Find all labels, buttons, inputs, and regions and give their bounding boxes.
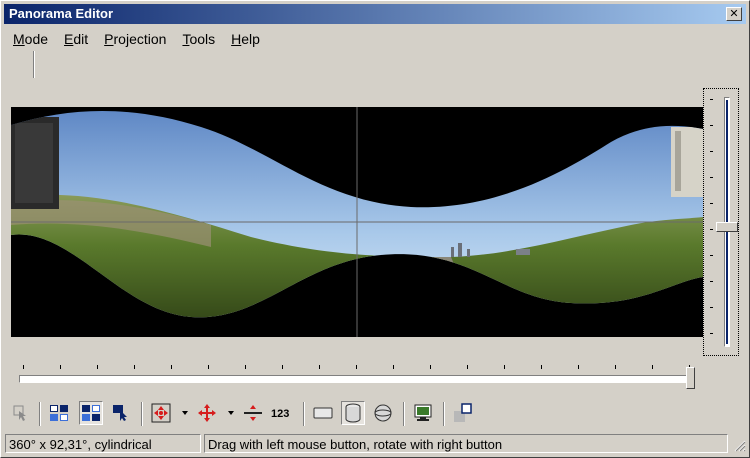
toolbar-grip[interactable] bbox=[33, 51, 35, 78]
horizontal-slider-thumb[interactable] bbox=[686, 367, 695, 389]
crop-icon[interactable] bbox=[451, 401, 475, 425]
centre-icon[interactable] bbox=[149, 401, 173, 425]
panorama-preview[interactable] bbox=[11, 107, 703, 337]
horizontal-slider-tick bbox=[615, 365, 616, 369]
horizontal-slider-tick bbox=[319, 365, 320, 369]
horizontal-slider-tick bbox=[208, 365, 209, 369]
menu-tools[interactable]: Tools bbox=[174, 28, 223, 50]
move-drag-icon[interactable] bbox=[195, 401, 219, 425]
number-icon[interactable]: 123 bbox=[271, 408, 289, 420]
horizontal-slider-tick bbox=[23, 365, 24, 369]
toolbar-separator bbox=[39, 402, 41, 426]
menu-edit-label: dit bbox=[73, 31, 89, 47]
bottom-toolbar: 123 bbox=[5, 399, 747, 429]
menu-edit-mnemonic: E bbox=[64, 31, 74, 47]
status-field-of-view: 360° x 92,31°, cylindrical bbox=[5, 434, 201, 453]
menu-mode-mnemonic: M bbox=[13, 31, 25, 47]
menu-projection-mnemonic: P bbox=[104, 31, 114, 47]
identify-images-icon[interactable] bbox=[47, 401, 71, 425]
status-bar: 360° x 92,31°, cylindrical Drag with lef… bbox=[4, 433, 746, 455]
horizontal-slider-tick bbox=[541, 365, 542, 369]
close-button[interactable]: ✕ bbox=[726, 7, 742, 21]
menu-help-mnemonic: H bbox=[231, 31, 242, 47]
panorama-editor-window: Panorama Editor ✕ Mode Edit Projection T… bbox=[0, 0, 750, 458]
resize-grip-icon[interactable] bbox=[732, 438, 746, 452]
horizontal-fov-slider[interactable] bbox=[19, 375, 695, 383]
straighten-icon[interactable] bbox=[241, 401, 265, 425]
vertical-slider-tick bbox=[710, 333, 713, 334]
toolbar-separator bbox=[141, 402, 143, 426]
vertical-fov-slider[interactable] bbox=[703, 88, 739, 356]
layout-icon[interactable] bbox=[109, 401, 133, 425]
horizontal-slider-tick bbox=[467, 365, 468, 369]
horizontal-slider-ticks bbox=[23, 365, 691, 370]
horizontal-slider-tick bbox=[393, 365, 394, 369]
vertical-slider-tick bbox=[710, 281, 713, 282]
drag-dropdown-icon[interactable] bbox=[228, 411, 234, 415]
vertical-slider-tick bbox=[710, 125, 713, 126]
menu-edit[interactable]: Edit bbox=[56, 28, 96, 50]
vertical-slider-tick bbox=[710, 99, 713, 100]
horizontal-slider-tick bbox=[578, 365, 579, 369]
horizontal-slider-tick bbox=[97, 365, 98, 369]
centre-dropdown-icon[interactable] bbox=[182, 411, 188, 415]
toolbar-separator bbox=[403, 402, 405, 426]
title-bar[interactable]: Panorama Editor ✕ bbox=[4, 4, 746, 24]
vertical-slider-tick bbox=[710, 203, 713, 204]
toolbar-separator bbox=[303, 402, 305, 426]
horizontal-slider-tick bbox=[652, 365, 653, 369]
window-title: Panorama Editor bbox=[9, 6, 114, 21]
preview-monitor-icon[interactable] bbox=[411, 401, 435, 425]
cylindrical-icon[interactable] bbox=[341, 401, 365, 425]
menu-bar: Mode Edit Projection Tools Help bbox=[5, 28, 268, 50]
horizontal-slider-tick bbox=[245, 365, 246, 369]
horizontal-slider-tick bbox=[171, 365, 172, 369]
horizontal-slider-tick bbox=[504, 365, 505, 369]
toolbar-separator bbox=[443, 402, 445, 426]
panorama-image bbox=[11, 107, 703, 337]
vertical-slider-tick bbox=[710, 255, 713, 256]
vertical-slider-tick bbox=[710, 177, 713, 178]
menu-help-label: elp bbox=[241, 31, 260, 47]
equirectangular-icon[interactable] bbox=[371, 401, 395, 425]
horizontal-slider-tick bbox=[430, 365, 431, 369]
control-points-icon[interactable] bbox=[79, 401, 103, 425]
menu-mode[interactable]: Mode bbox=[5, 28, 56, 50]
rectilinear-icon[interactable] bbox=[311, 401, 335, 425]
horizontal-slider-tick bbox=[60, 365, 61, 369]
horizontal-slider-tick bbox=[356, 365, 357, 369]
menu-mode-label: ode bbox=[24, 31, 49, 47]
vertical-slider-thumb[interactable] bbox=[716, 222, 738, 232]
status-hint: Drag with left mouse button, rotate with… bbox=[204, 434, 728, 453]
vertical-slider-tick bbox=[710, 307, 713, 308]
vertical-slider-tick bbox=[710, 229, 713, 230]
menu-tools-label: ools bbox=[189, 31, 216, 47]
menu-projection-label: rojection bbox=[113, 31, 167, 47]
horizontal-slider-tick bbox=[134, 365, 135, 369]
select-arrow-icon[interactable] bbox=[9, 401, 33, 425]
menu-help[interactable]: Help bbox=[223, 28, 268, 50]
vertical-slider-tick bbox=[710, 151, 713, 152]
horizontal-slider-tick bbox=[282, 365, 283, 369]
menu-projection[interactable]: Projection bbox=[96, 28, 174, 50]
